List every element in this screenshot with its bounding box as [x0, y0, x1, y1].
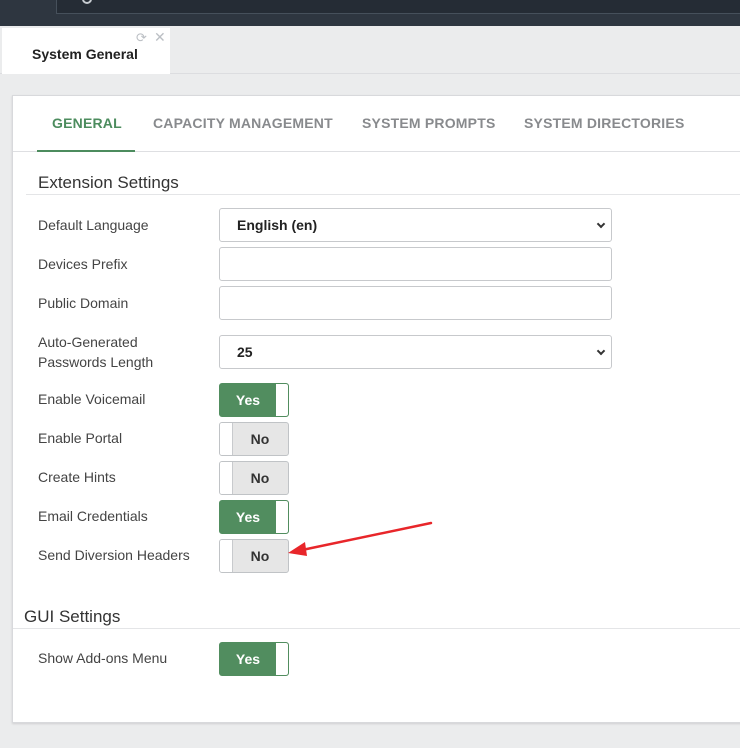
tab-system-general[interactable]: System General ⟳ ✕	[2, 28, 170, 74]
default-language-select[interactable]: English (en)	[219, 208, 612, 242]
password-length-select[interactable]: 25	[219, 335, 612, 369]
enable-portal-toggle[interactable]: No	[219, 422, 289, 456]
tab-system-prompts[interactable]: SYSTEM PROMPTS	[362, 96, 495, 152]
toggle-knob	[220, 423, 233, 455]
toggle-knob	[275, 501, 288, 533]
tab-system-directories[interactable]: SYSTEM DIRECTORIES	[524, 96, 684, 152]
toggle-state: No	[250, 431, 270, 447]
chevron-down-icon	[596, 346, 606, 356]
show-addons-menu-label: Show Add-ons Menu	[38, 650, 168, 666]
show-addons-menu-toggle[interactable]: Yes	[219, 642, 289, 676]
send-diversion-headers-label: Send Diversion Headers	[38, 547, 190, 563]
search-box[interactable]	[56, 0, 740, 14]
password-length-label-line1: Auto-Generated	[38, 334, 138, 350]
default-language-label: Default Language	[38, 217, 149, 233]
enable-portal-label: Enable Portal	[38, 430, 123, 446]
refresh-icon[interactable]: ⟳	[136, 31, 147, 44]
toggle-state: Yes	[235, 392, 261, 408]
tab-title: System General	[32, 46, 138, 62]
create-hints-toggle[interactable]: No	[219, 461, 289, 495]
settings-tab-bar: GENERAL CAPACITY MANAGEMENT SYSTEM PROMP…	[13, 96, 740, 152]
settings-panel: GENERAL CAPACITY MANAGEMENT SYSTEM PROMP…	[12, 95, 740, 723]
password-length-label-line2: Passwords Length	[38, 354, 154, 370]
toggle-state: Yes	[235, 651, 261, 667]
password-length-value: 25	[237, 344, 253, 360]
toggle-state: No	[250, 548, 270, 564]
top-navigation-bar	[0, 0, 740, 26]
public-domain-label: Public Domain	[38, 295, 129, 311]
public-domain-input[interactable]	[219, 286, 612, 320]
toggle-state: Yes	[235, 509, 261, 525]
chevron-down-icon	[596, 219, 606, 229]
send-diversion-headers-toggle[interactable]: No	[219, 539, 289, 573]
close-icon[interactable]: ✕	[154, 30, 166, 44]
tab-general[interactable]: GENERAL	[37, 96, 135, 152]
email-credentials-toggle[interactable]: Yes	[219, 500, 289, 534]
gui-settings-heading: GUI Settings	[24, 607, 121, 626]
enable-voicemail-label: Enable Voicemail	[38, 391, 146, 407]
enable-voicemail-toggle[interactable]: Yes	[219, 383, 289, 417]
create-hints-label: Create Hints	[38, 469, 116, 485]
default-language-value: English (en)	[237, 217, 318, 233]
devices-prefix-label: Devices Prefix	[38, 256, 128, 272]
document-tab-strip: System General ⟳ ✕	[0, 26, 740, 74]
extension-settings-heading: Extension Settings	[38, 173, 179, 192]
toggle-state: No	[250, 470, 270, 486]
section-divider	[13, 628, 740, 629]
devices-prefix-input[interactable]	[219, 247, 612, 281]
toggle-knob	[275, 643, 288, 675]
tab-capacity-management[interactable]: CAPACITY MANAGEMENT	[153, 96, 333, 152]
toggle-knob	[220, 540, 233, 572]
section-divider	[26, 194, 740, 195]
toggle-knob	[275, 384, 288, 416]
email-credentials-label: Email Credentials	[38, 508, 148, 524]
toggle-knob	[220, 462, 233, 494]
